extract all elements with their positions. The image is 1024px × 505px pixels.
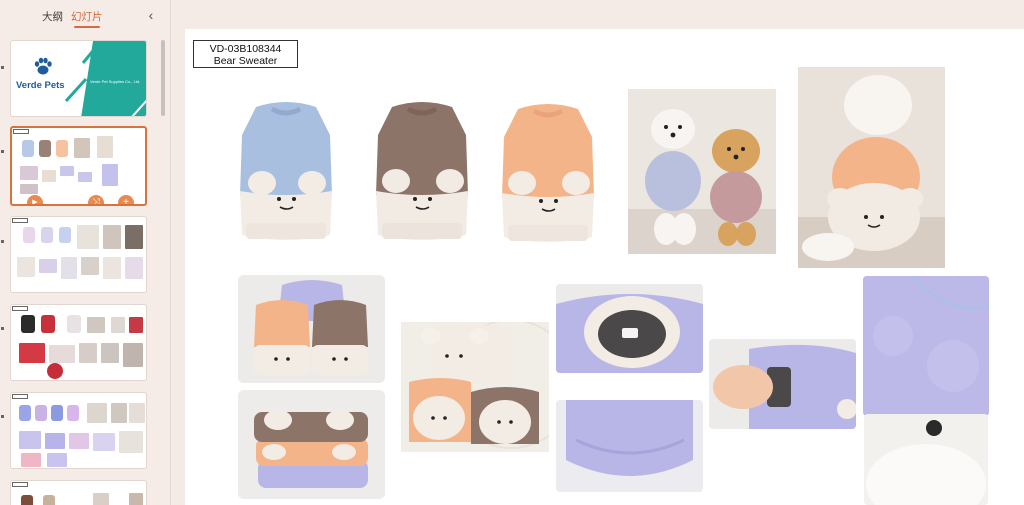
slide-thumbnail-4[interactable]: [10, 304, 147, 381]
slide-marker: [1, 240, 4, 243]
thumb-image: [39, 259, 57, 273]
thumb-title-box: [12, 482, 28, 487]
hem-closeup-photo[interactable]: [556, 400, 703, 492]
thumb-image: [123, 343, 143, 367]
thumb-image: [20, 184, 38, 194]
thumb-image: [51, 405, 63, 421]
thumb-image: [47, 363, 63, 379]
panel-scrollbar[interactable]: [161, 40, 165, 116]
blue-sweater-image[interactable]: [232, 95, 340, 245]
slides-panel: 大纲 幻灯片 ‹ Verde Pets Verde Pet Supplies C…: [0, 0, 170, 505]
thumb-image: [129, 403, 145, 423]
thumb-image: [67, 315, 81, 333]
thumb-image: [19, 431, 41, 449]
folded-sweaters-photo[interactable]: [238, 390, 385, 499]
thumb-image: [74, 138, 90, 158]
thumb-image: [77, 225, 99, 249]
product-title-box[interactable]: VD-03B108344 Bear Sweater: [193, 40, 298, 68]
thumb-image: [22, 140, 34, 157]
thumb-image: [119, 431, 143, 453]
thumb-title-box: [12, 394, 28, 399]
slide-thumbnail-5[interactable]: [10, 392, 147, 469]
two-dogs-photo[interactable]: [628, 89, 776, 254]
thumb-image: [41, 227, 53, 243]
stretch-demo-photo[interactable]: [709, 339, 856, 429]
thumb-image: [49, 345, 75, 363]
thumb-image: [125, 225, 143, 249]
thumb-image: [111, 403, 127, 423]
fabric-texture-photo[interactable]: [863, 276, 989, 416]
paw-icon: [34, 57, 52, 75]
chevron-left-icon[interactable]: ‹: [143, 6, 159, 24]
thumb-image: [60, 166, 74, 176]
slide-marker: [1, 66, 4, 69]
slide-thumbnail-2[interactable]: ▶ ⤨ +: [10, 126, 147, 206]
thumb-image: [103, 257, 121, 279]
thumb-image: [19, 405, 31, 421]
thumb-image: [81, 257, 99, 275]
panel-tabs: 大纲 幻灯片 ‹: [0, 0, 170, 32]
thumb-image: [129, 317, 143, 333]
slide-thumbnail-1[interactable]: Verde Pets Verde Pet Supplies Co., Ltd.: [10, 40, 147, 117]
tab-slides[interactable]: 幻灯片: [71, 9, 103, 28]
thumb-image: [93, 493, 109, 505]
thumb-image: [39, 140, 51, 157]
thumb-image: [69, 433, 89, 449]
thumb-image: [125, 257, 143, 279]
product-code: VD-03B108344: [209, 43, 282, 55]
slide-marker: [1, 327, 4, 330]
product-name: Bear Sweater: [213, 55, 278, 67]
plus-icon[interactable]: +: [118, 195, 134, 204]
thumb-image: [56, 140, 68, 157]
thumb-image: [129, 493, 143, 505]
peach-sweater-image[interactable]: [494, 97, 602, 247]
thumb-image: [93, 433, 115, 451]
thumb-image: [20, 166, 38, 180]
slide-marker: [1, 415, 4, 418]
thumb-image: [59, 227, 71, 243]
thumb-image: [42, 170, 56, 182]
fluffy-texture-photo[interactable]: [864, 414, 988, 505]
thumb-image: [45, 433, 65, 449]
thumb-image: [21, 453, 41, 467]
play-icon[interactable]: ▶: [27, 195, 43, 204]
thumb-image: [103, 225, 121, 249]
thumb-title-box: [13, 129, 29, 134]
shuffle-icon[interactable]: ⤨: [88, 195, 104, 204]
thumb-image: [101, 343, 119, 363]
brown-sweater-image[interactable]: [368, 95, 476, 245]
thumb-image: [67, 405, 79, 421]
collar-closeup-photo[interactable]: [556, 284, 703, 373]
thumb-image: [23, 227, 35, 243]
thumb-image: [21, 495, 33, 505]
thumb-image: [97, 136, 113, 158]
thumb-image: [87, 403, 107, 423]
three-sweaters-photo[interactable]: [238, 275, 385, 383]
thumb-image: [79, 343, 97, 363]
slide-thumbnail-6[interactable]: [10, 480, 147, 505]
thumb-image: [87, 317, 105, 333]
thumb-logo-text: Verde Pets: [16, 80, 65, 91]
thumb-image: [19, 343, 45, 363]
slide-marker: [1, 150, 4, 153]
thumb-company-name: Verde Pet Supplies Co., Ltd.: [90, 79, 141, 84]
thumb-image: [35, 405, 47, 421]
thumb-image: [43, 495, 55, 505]
bear-closeup-photo[interactable]: [401, 322, 549, 452]
thumb-image: [21, 315, 35, 333]
thumb-image: [111, 317, 125, 333]
dog-back-view-photo[interactable]: [798, 67, 945, 268]
thumb-title-box: [12, 306, 28, 311]
tab-outline[interactable]: 大纲: [42, 9, 63, 24]
thumb-image: [61, 257, 77, 279]
thumb-image: [41, 315, 55, 333]
thumb-image: [78, 172, 92, 182]
thumb-title-box: [12, 218, 28, 223]
thumb-image: [47, 453, 67, 467]
slide-thumbnail-3[interactable]: [10, 216, 147, 293]
thumb-image: [17, 257, 35, 277]
thumb-image: [102, 164, 118, 186]
